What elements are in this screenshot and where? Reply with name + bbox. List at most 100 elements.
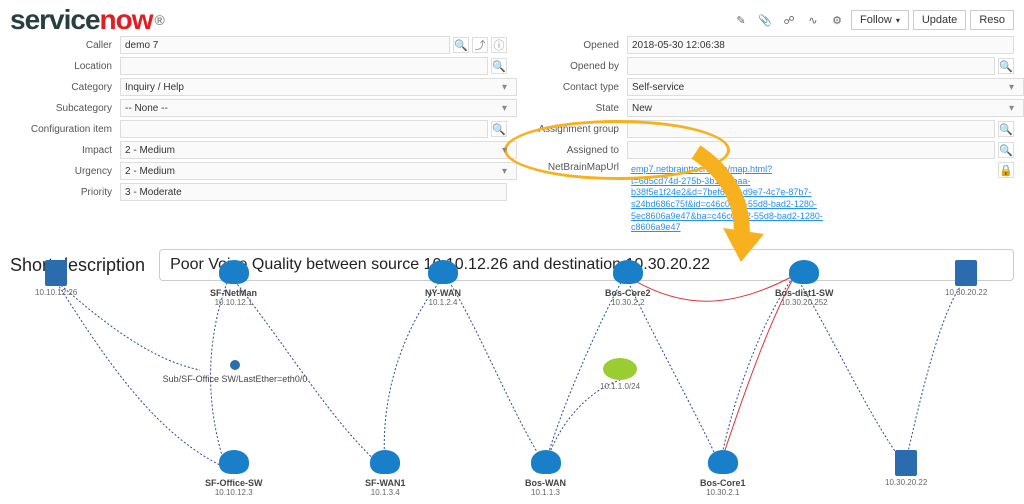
node-ip: 10.10.12.26 xyxy=(35,288,77,297)
resolve-button[interactable]: Reso xyxy=(970,10,1014,30)
node-bos-wan[interactable]: Bos-WAN 10.1.1.3 xyxy=(525,450,566,497)
diagram-icon[interactable]: ☍ xyxy=(779,10,799,30)
node-destination-pc[interactable]: 10.30.20.22 xyxy=(945,260,987,297)
node-ip: 10.1.2.4 xyxy=(425,298,461,307)
cloud-icon xyxy=(603,358,637,380)
node-ip: 10.30.20.22 xyxy=(945,288,987,297)
node-sf-netman[interactable]: SF-NetMan 10.10.12.1 xyxy=(210,260,257,307)
right-column: Opened Opened by 🔍 Contact type ▾ State … xyxy=(517,36,1014,239)
priority-field xyxy=(120,183,507,201)
logo-reg: ® xyxy=(155,12,164,28)
router-icon xyxy=(708,450,738,474)
search-icon[interactable]: 🔍 xyxy=(998,121,1014,137)
node-source-pc[interactable]: 10.10.12.26 xyxy=(35,260,77,297)
network-topology-map[interactable]: 10.10.12.26 SF-NetMan 10.10.12.1 NY-WAN … xyxy=(0,250,1024,504)
netbrain-link-l2: b38f5e1f24e2&d=7bef6d1b-d9e7-4c7e-87b7- xyxy=(631,187,811,197)
search-icon[interactable]: 🔍 xyxy=(491,58,507,74)
config-item-label: Configuration item xyxy=(10,124,120,135)
netbrain-label: NetBrainMapUrl xyxy=(517,162,627,173)
node-name: Sub/SF-Office SW/LastEther=eth0/0 xyxy=(150,374,320,384)
caller-label: Caller xyxy=(10,40,120,51)
gear-icon[interactable]: ⚙ xyxy=(827,10,847,30)
urgency-select[interactable] xyxy=(120,162,517,180)
netbrain-link-l5: c8606a9e47 xyxy=(631,222,681,232)
node-name: NY-WAN xyxy=(425,288,461,298)
edit-icon[interactable]: ✎ xyxy=(731,10,751,30)
router-icon xyxy=(531,450,561,474)
node-ny-wan[interactable]: NY-WAN 10.1.2.4 xyxy=(425,260,461,307)
node-ip: 10.30.2.2 xyxy=(605,298,651,307)
netbrain-url[interactable]: emp7.netbrainttech.com/map.html? t=6d5cd… xyxy=(627,162,823,236)
follow-button[interactable]: Follow xyxy=(851,10,909,30)
contact-type-select[interactable] xyxy=(627,78,1024,96)
category-select[interactable] xyxy=(120,78,517,96)
node-name: SF-WAN1 xyxy=(365,478,406,488)
assigned-to-field[interactable] xyxy=(627,141,995,159)
update-button[interactable]: Update xyxy=(913,10,966,30)
assignment-group-field[interactable] xyxy=(627,120,995,138)
pc-icon xyxy=(895,450,917,476)
node-bos-dist1-sw[interactable]: Bos-dist1-SW 10.30.20.252 xyxy=(775,260,834,307)
subcategory-label: Subcategory xyxy=(10,103,120,114)
search-icon[interactable]: 🔍 xyxy=(998,142,1014,158)
netbrain-link-l1: t=6d5cd74d-275b-3b15-2baa- xyxy=(631,176,750,186)
impact-label: Impact xyxy=(10,145,120,156)
priority-label: Priority xyxy=(10,187,120,198)
router-icon xyxy=(613,260,643,284)
pc-icon xyxy=(45,260,67,286)
share-icon[interactable]: ⤴ xyxy=(472,37,488,53)
assigned-to-label: Assigned to xyxy=(517,145,627,156)
servicenow-logo: servicenow® xyxy=(10,4,164,36)
node-interface-annotation[interactable]: Sub/SF-Office SW/LastEther=eth0/0 xyxy=(150,360,320,384)
left-column: Caller 🔍 ⤴ ⓘ Location 🔍 Category ▾ Subca… xyxy=(10,36,507,239)
node-bos-core2[interactable]: Bos-Core2 10.30.2.2 xyxy=(605,260,651,307)
activity-icon[interactable]: ∿ xyxy=(803,10,823,30)
node-name: Bos-dist1-SW xyxy=(775,288,834,298)
node-ip: 10.1.1.3 xyxy=(525,488,566,497)
node-sf-office-sw[interactable]: SF-Office-SW 10.10.12.3 xyxy=(205,450,263,497)
router-icon xyxy=(789,260,819,284)
router-icon xyxy=(219,260,249,284)
state-select[interactable] xyxy=(627,99,1024,117)
info-icon[interactable]: ⓘ xyxy=(491,37,507,53)
urgency-label: Urgency xyxy=(10,166,120,177)
contact-type-label: Contact type xyxy=(517,82,627,93)
node-sf-wan1[interactable]: SF-WAN1 10.1.3.4 xyxy=(365,450,406,497)
netbrain-link-l3: s24bd686c75f&id=c46c0912-55d8-bad2-1280- xyxy=(631,199,817,209)
node-ip: 10.30.2.1 xyxy=(700,488,746,497)
logo-part1: service xyxy=(10,4,100,36)
router-icon xyxy=(428,260,458,284)
opened-by-field[interactable] xyxy=(627,57,995,75)
search-icon[interactable]: 🔍 xyxy=(998,58,1014,74)
attachment-icon[interactable]: 📎 xyxy=(755,10,775,30)
pc-icon xyxy=(955,260,977,286)
node-dst-ip-bottom[interactable]: 10.30.20.22 xyxy=(885,450,927,487)
assignment-group-label: Assignment group xyxy=(517,124,627,135)
state-label: State xyxy=(517,103,627,114)
node-ip: 10.10.12.3 xyxy=(205,488,263,497)
search-icon[interactable]: 🔍 xyxy=(453,37,469,53)
caller-field[interactable] xyxy=(120,36,450,54)
node-ip: 10.30.20.252 xyxy=(775,298,834,307)
logo-part2: now xyxy=(100,4,153,36)
lock-icon[interactable]: 🔒 xyxy=(998,162,1014,178)
node-bos-core1[interactable]: Bos-Core1 10.30.2.1 xyxy=(700,450,746,497)
impact-select[interactable] xyxy=(120,141,517,159)
config-item-field[interactable] xyxy=(120,120,488,138)
subcategory-select[interactable] xyxy=(120,99,517,117)
category-label: Category xyxy=(10,82,120,93)
node-name: SF-NetMan xyxy=(210,288,257,298)
node-ip: 10.1.3.4 xyxy=(365,488,406,497)
router-icon xyxy=(370,450,400,474)
netbrain-link-l4: 5ec8606a9e47&ba=c46c0912-55d8-bad2-1280- xyxy=(631,211,823,221)
node-cloud[interactable]: 10.1.1.0/24 xyxy=(600,358,640,391)
location-field[interactable] xyxy=(120,57,488,75)
search-icon[interactable]: 🔍 xyxy=(491,121,507,137)
netbrain-link-host: emp7.netbrainttech.com/map.html? xyxy=(631,164,772,174)
node-name: Bos-WAN xyxy=(525,478,566,488)
node-name: Bos-Core2 xyxy=(605,288,651,298)
opened-by-label: Opened by xyxy=(517,61,627,72)
node-name: Bos-Core1 xyxy=(700,478,746,488)
node-ip: 10.10.12.1 xyxy=(210,298,257,307)
node-ip: 10.1.1.0/24 xyxy=(600,382,640,391)
